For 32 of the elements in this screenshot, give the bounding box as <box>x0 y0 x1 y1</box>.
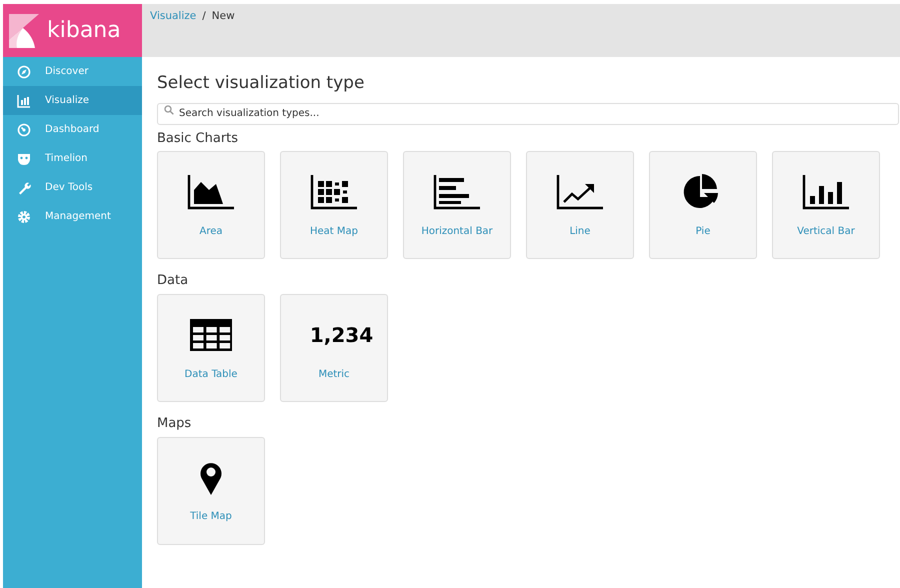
visualization-tile[interactable]: Pie <box>649 151 757 260</box>
breadcrumb-link[interactable]: Visualize <box>150 9 196 25</box>
sidebar-item[interactable]: Visualize <box>3 86 142 115</box>
metric-sample: 1,234 <box>308 322 374 349</box>
brand-name: kibana <box>47 17 121 45</box>
page-title: Select visualization type <box>157 73 366 94</box>
section-heading: Data <box>157 273 190 290</box>
wrench-icon <box>17 180 31 194</box>
search-field[interactable]: Search visualization types... <box>157 102 899 125</box>
sidebar-item[interactable]: Dashboard <box>3 115 142 144</box>
breadcrumb-text: / <box>202 9 206 24</box>
visualization-tile[interactable]: Vertical Bar <box>772 151 880 260</box>
gauge-icon <box>17 122 31 136</box>
compass-icon <box>17 64 31 78</box>
sidebar-item[interactable]: Management <box>3 202 142 231</box>
logo-icon <box>9 14 39 48</box>
visualization-tile[interactable]: Horizontal Bar <box>403 151 511 260</box>
sidebar-item[interactable]: Discover <box>3 57 142 86</box>
visualization-tile[interactable]: Data Table <box>157 294 265 402</box>
breadcrumb-text: New <box>212 9 235 24</box>
mask-icon <box>17 152 31 166</box>
section-heading: Maps <box>157 416 192 432</box>
sidebar-item[interactable]: Dev Tools <box>3 173 142 202</box>
section-heading: Basic Charts <box>157 130 240 146</box>
gear-icon <box>17 210 31 224</box>
visualization-tile[interactable]: Tile Map <box>157 436 265 545</box>
visualization-tile[interactable]: Area <box>157 151 265 260</box>
visualization-tile[interactable]: Heat Map <box>280 151 388 260</box>
bar-chart-icon <box>17 94 31 108</box>
visualization-tile[interactable]: Line <box>526 151 634 260</box>
sidebar-item[interactable]: Timelion <box>3 144 142 173</box>
visualization-tile[interactable]: 1,234 Metric <box>280 294 388 402</box>
